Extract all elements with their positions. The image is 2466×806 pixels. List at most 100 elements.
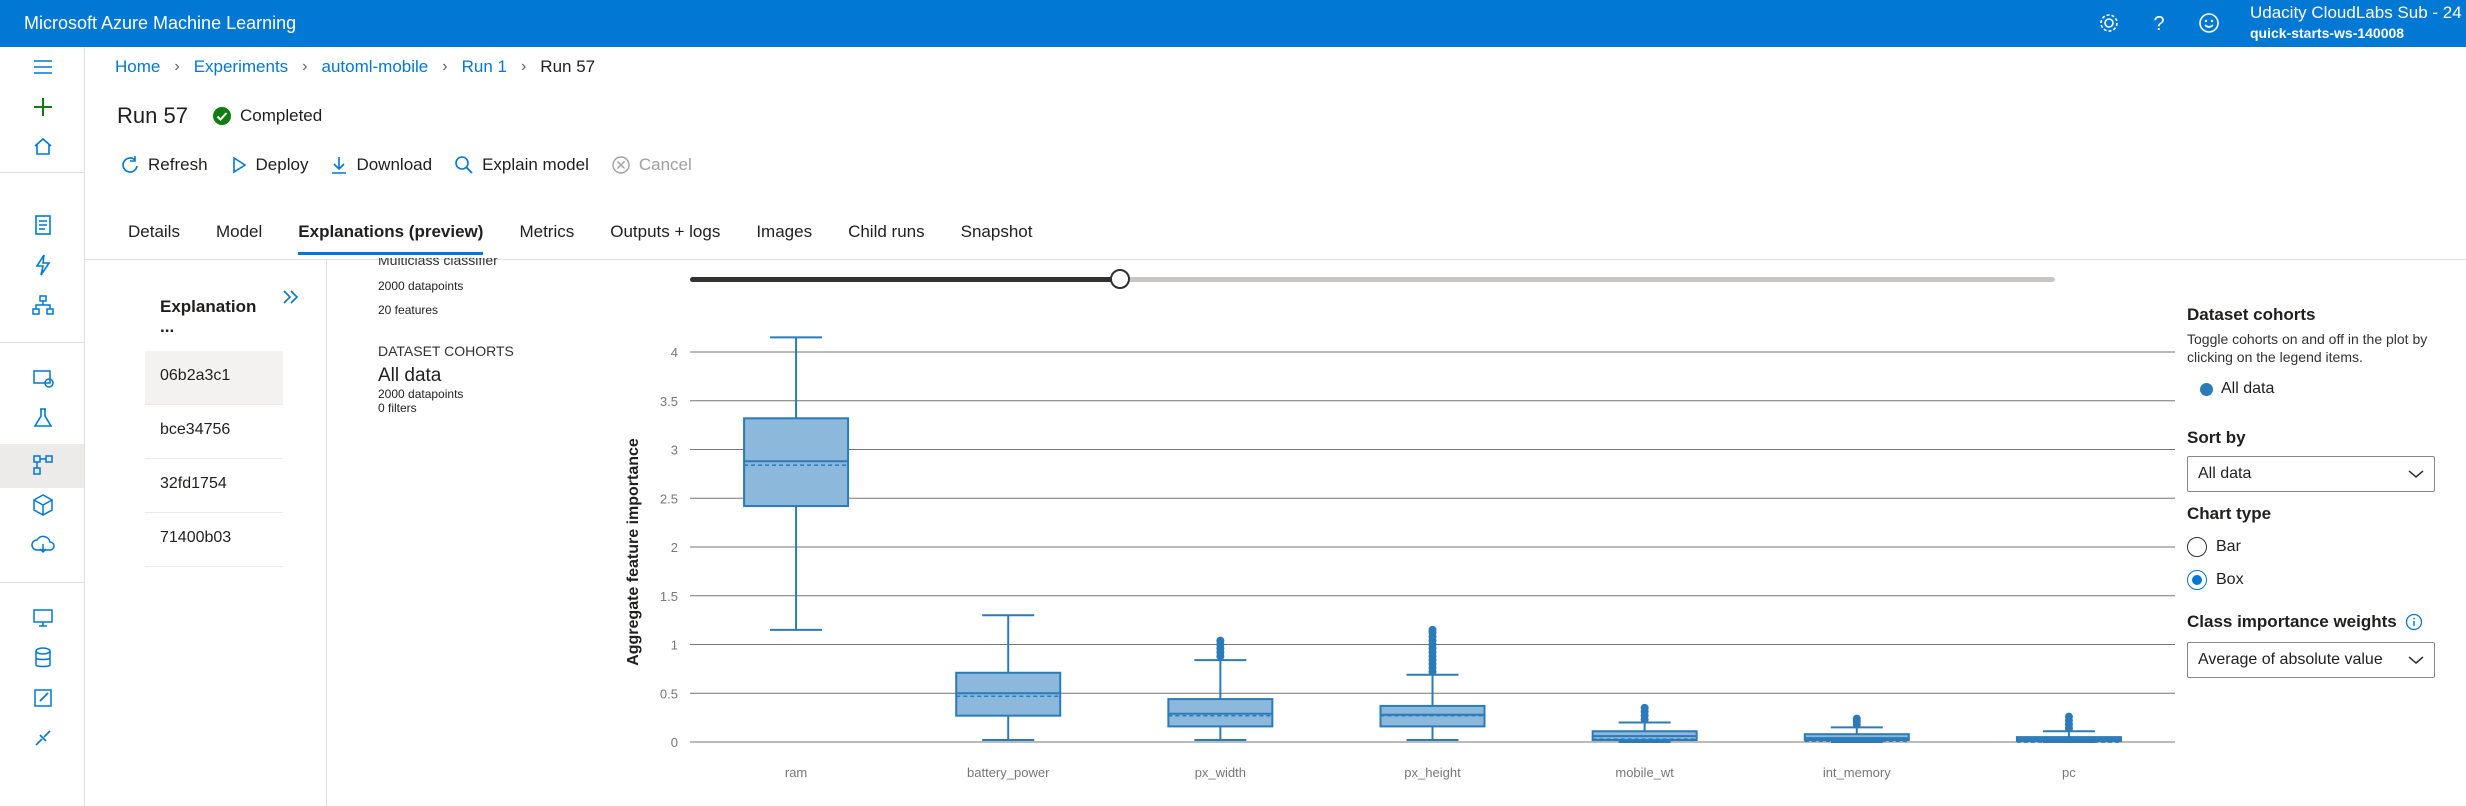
radio-circle-selected xyxy=(2187,570,2207,590)
features-text: 20 features xyxy=(378,303,439,317)
breadcrumb: Home › Experiments › automl-mobile › Run 1 ›… xyxy=(115,57,595,77)
datastores-icon[interactable] xyxy=(30,645,56,671)
list-item[interactable]: bce34756 xyxy=(145,405,283,459)
automl-icon[interactable] xyxy=(30,252,56,278)
outlier-point xyxy=(1428,625,1437,634)
download-button[interactable]: Download xyxy=(330,155,432,175)
tab-snapshot[interactable]: Snapshot xyxy=(961,222,1033,255)
plus-new-icon[interactable] xyxy=(30,94,56,120)
panel-divider xyxy=(326,260,327,806)
page-title: Run 57 xyxy=(117,103,188,128)
account-name: Udacity CloudLabs Sub - 24 xyxy=(2250,3,2462,22)
y-tick-label: 3.5 xyxy=(660,394,678,409)
breadcrumb-parent-run[interactable]: Run 1 xyxy=(462,57,507,77)
chevron-right-icon: › xyxy=(442,58,448,75)
deploy-button[interactable]: Deploy xyxy=(230,155,309,175)
chevron-right-icon: › xyxy=(174,58,180,75)
list-item[interactable]: 06b2a3c1 xyxy=(145,351,283,405)
chart-type-bar-radio[interactable]: Bar xyxy=(2187,537,2437,557)
play-icon xyxy=(232,156,247,174)
breadcrumb-home[interactable]: Home xyxy=(115,57,160,77)
class-weights-value: Average of absolute value xyxy=(2198,651,2383,668)
nav-divider xyxy=(0,172,84,173)
tab-child-runs[interactable]: Child runs xyxy=(848,222,925,255)
chevron-down-icon xyxy=(2408,470,2424,478)
tab-metrics[interactable]: Metrics xyxy=(519,222,574,255)
workspace-name: quick-starts-ws-140008 xyxy=(2250,25,2405,41)
y-tick-label: 1.5 xyxy=(660,589,678,604)
status-text: Completed xyxy=(240,106,323,125)
x-tick-label: battery_power xyxy=(967,765,1050,780)
check-circle-icon xyxy=(213,107,231,125)
y-tick-label: 4 xyxy=(671,345,678,360)
app-title[interactable]: Microsoft Azure Machine Learning xyxy=(24,13,296,34)
outlier-point xyxy=(2064,712,2073,721)
nav-divider xyxy=(0,342,84,343)
designer-icon[interactable] xyxy=(30,292,56,318)
y-tick-label: 2 xyxy=(671,540,678,555)
datasets-icon[interactable] xyxy=(30,365,56,391)
sort-by-title: Sort by xyxy=(2187,428,2246,447)
outlier-point xyxy=(1216,636,1225,645)
x-tick-label: px_width xyxy=(1195,765,1246,780)
list-item[interactable]: 32fd1754 xyxy=(145,459,283,513)
breadcrumb-experiments[interactable]: Experiments xyxy=(194,57,288,77)
sort-by-dropdown[interactable]: All data xyxy=(2187,456,2435,492)
refresh-button[interactable]: Refresh xyxy=(120,155,208,175)
cohort-datapoints: 2000 datapoints xyxy=(378,387,464,401)
radio-label-bar: Bar xyxy=(2216,538,2241,555)
tab-explanations[interactable]: Explanations (preview) xyxy=(298,222,484,255)
chevron-down-icon xyxy=(2408,656,2424,664)
help-icon[interactable]: ? xyxy=(2147,11,2171,35)
status-badge: Completed xyxy=(212,106,322,126)
legend-dot xyxy=(2200,382,2213,396)
chart-type-box-radio[interactable]: Box xyxy=(2187,570,2437,590)
outlier-point xyxy=(1852,714,1861,723)
class-weights-dropdown[interactable]: Average of absolute value xyxy=(2187,642,2435,678)
radio-circle xyxy=(2187,537,2207,557)
tab-model[interactable]: Model xyxy=(216,222,262,255)
weights-title-row: Class importance weights xyxy=(2187,612,2437,632)
x-tick-label: pc xyxy=(2062,765,2076,780)
compute-icon[interactable] xyxy=(30,605,56,631)
linked-services-icon[interactable] xyxy=(30,725,56,751)
home-icon[interactable] xyxy=(30,134,56,160)
x-tick-label: int_memory xyxy=(1823,765,1891,780)
feature-importance-box-chart: 0 0.5 1 1.5 2 2.5 3 3.5 4 Aggregate feature impor… xyxy=(625,336,2175,780)
models-icon[interactable] xyxy=(30,492,56,518)
endpoints-icon[interactable] xyxy=(30,532,56,558)
outlier-point xyxy=(1640,703,1649,712)
chevron-double-right-icon[interactable] xyxy=(280,286,302,308)
legend-item-all-data[interactable]: All data xyxy=(2200,380,2437,398)
deploy-label: Deploy xyxy=(255,155,309,174)
account-info[interactable]: Udacity CloudLabs Sub - 24 quick-starts-… xyxy=(2250,3,2462,41)
tab-outputs-logs[interactable]: Outputs + logs xyxy=(610,222,720,255)
y-tick-label: 2.5 xyxy=(660,491,678,506)
sort-by-value: All data xyxy=(2198,465,2252,482)
tab-images[interactable]: Images xyxy=(756,222,812,255)
explain-model-label: Explain model xyxy=(482,155,589,174)
explain-model-button[interactable]: Explain model xyxy=(454,155,589,175)
experiments-icon[interactable] xyxy=(30,405,56,431)
info-icon[interactable] xyxy=(2405,613,2423,631)
model-type-text: Multiclass classifier xyxy=(378,258,498,267)
settings-icon[interactable] xyxy=(2097,11,2121,35)
y-axis-label: Aggregate feature importance xyxy=(625,438,642,666)
list-item[interactable]: 71400b03 xyxy=(145,513,283,567)
slider-thumb[interactable] xyxy=(1110,269,1130,289)
command-bar: Refresh Deploy Download Explain model Ca… xyxy=(120,155,714,175)
cancel-button[interactable]: Cancel xyxy=(611,155,692,175)
tab-details[interactable]: Details xyxy=(128,222,180,255)
feedback-smiley-icon[interactable] xyxy=(2197,11,2221,35)
refresh-label: Refresh xyxy=(148,155,208,174)
notebooks-icon[interactable] xyxy=(30,212,56,238)
x-tick-label: px_height xyxy=(1404,765,1461,780)
hamburger-menu-icon[interactable] xyxy=(30,54,56,80)
breadcrumb-experiment[interactable]: automl-mobile xyxy=(322,57,429,77)
y-tick-label: 0.5 xyxy=(660,686,678,701)
data-labeling-icon[interactable] xyxy=(30,685,56,711)
explanation-list-header[interactable]: Explanation ... xyxy=(145,285,283,351)
pipelines-icon[interactable] xyxy=(30,452,56,478)
cancel-circle-icon xyxy=(612,156,630,174)
left-nav xyxy=(0,47,85,806)
